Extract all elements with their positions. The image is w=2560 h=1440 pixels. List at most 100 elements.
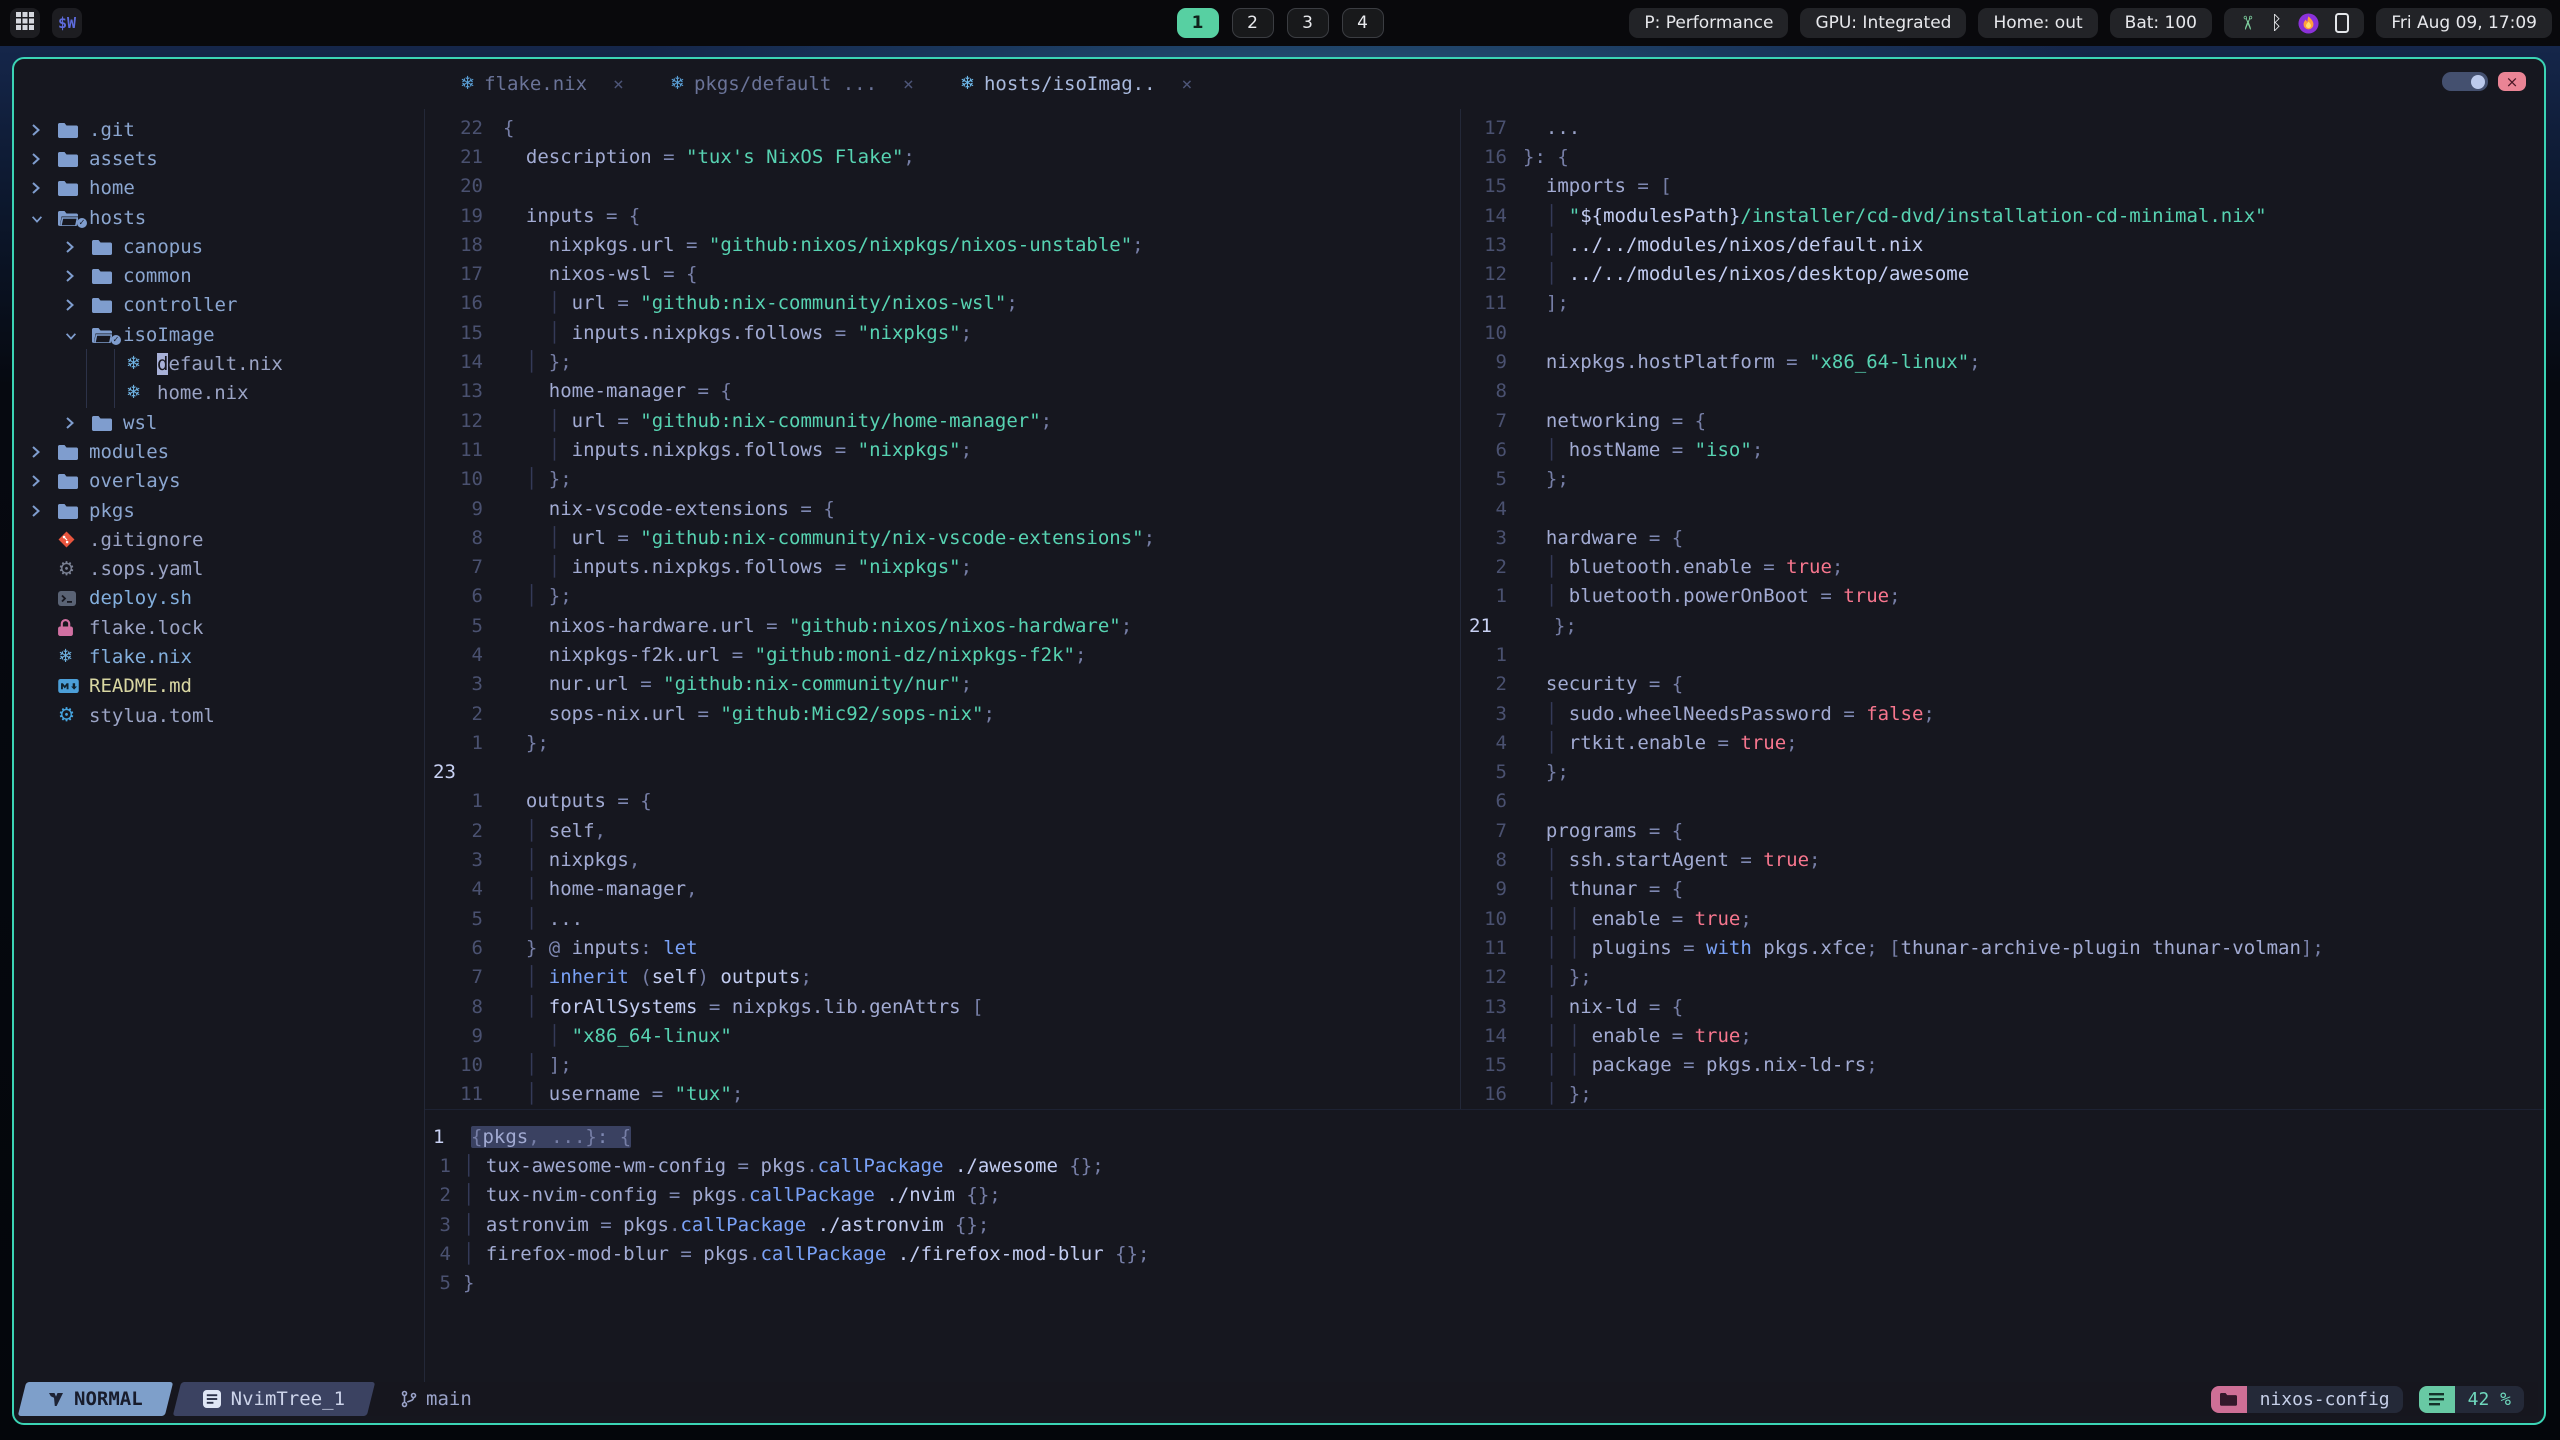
tab-close-icon[interactable]: ×	[613, 74, 624, 95]
terminal-window: ❄ flake.nix × ❄ pkgs/default ... × ❄ hosts/isoI…	[12, 57, 2546, 1425]
code-text: │ tux-awesome-wm-config = pkgs.callPacka…	[463, 1154, 1104, 1177]
workspace-button-4[interactable]: 4	[1341, 8, 1384, 38]
editor-pane-flake-nix[interactable]: 22{21 description = "tux's NixOS Flake";…	[425, 109, 1461, 1109]
statusline: NORMAL NvimTree_1 main nixos-config 42 %	[20, 1382, 2538, 1416]
line-number: 2	[439, 1184, 451, 1207]
line-number: 1	[1495, 643, 1507, 666]
chevron-right-icon[interactable]	[64, 297, 92, 313]
chevron-right-icon[interactable]	[30, 473, 58, 489]
tree-item-home-nix[interactable]: ❄ home.nix	[14, 378, 424, 408]
code-line: 17 ...	[1461, 113, 2544, 142]
tree-item-label: isoImage	[123, 323, 215, 346]
code-line: 16}: {	[1461, 142, 2544, 171]
tree-item--git[interactable]: .git	[14, 115, 424, 144]
line-number: 9	[471, 497, 483, 520]
code-text: │ ...	[503, 907, 584, 930]
line-number: 1	[471, 731, 483, 754]
folder-icon	[92, 297, 123, 314]
code-line: 21 };	[1461, 611, 2544, 640]
window-close-button[interactable]: ×	[2498, 72, 2526, 91]
code-line: 18 nixpkgs.url = "github:nixos/nixpkgs/n…	[425, 230, 1460, 259]
clock[interactable]: Fri Aug 09, 17:09	[2376, 8, 2552, 38]
line-number: 23	[433, 761, 456, 784]
tree-item-isoImage[interactable]: ✓ isoImage	[14, 320, 424, 349]
tree-item-hosts[interactable]: ✓ hosts	[14, 203, 424, 232]
tree-item--sops-yaml[interactable]: ⚙ .sops.yaml	[14, 554, 424, 583]
code-line: 1 outputs = {	[425, 787, 1460, 816]
code-text: };	[503, 731, 549, 754]
code-line: 5 };	[1461, 758, 2544, 787]
tree-item-label: flake.lock	[89, 616, 204, 639]
line-number: 14	[460, 351, 483, 374]
line-number: 6	[471, 585, 483, 608]
chevron-right-icon[interactable]	[30, 122, 58, 138]
workspace-button-3[interactable]: 3	[1286, 8, 1329, 38]
system-top-bar: $W 1234 P: Performance GPU: Integrated Hom…	[0, 0, 2560, 46]
chevron-down-icon[interactable]	[64, 326, 92, 343]
chevron-right-icon[interactable]	[64, 415, 92, 431]
tree-item-modules[interactable]: modules	[14, 437, 424, 466]
tree-item--gitignore[interactable]: .gitignore	[14, 525, 424, 554]
code-text: │ inputs.nixpkgs.follows = "nixpkgs";	[503, 321, 973, 344]
code-line: 8 │ ssh.startAgent = true;	[1461, 845, 2544, 874]
tab-close-icon[interactable]: ×	[903, 74, 914, 95]
line-number: 12	[1484, 966, 1507, 989]
chevron-down-icon[interactable]	[30, 209, 58, 226]
tree-item-controller[interactable]: controller	[14, 291, 424, 320]
tree-item-default-nix[interactable]: ❄ default.nix	[14, 349, 424, 379]
tree-item-pkgs[interactable]: pkgs	[14, 496, 424, 525]
chevron-right-icon[interactable]	[30, 151, 58, 167]
chevron-right-icon[interactable]	[30, 180, 58, 196]
code-text: │ };	[503, 351, 572, 374]
line-number: 11	[460, 438, 483, 461]
tab-pkgs-default-[interactable]: ❄ pkgs/default ... ×	[670, 73, 914, 95]
tree-item-flake-nix[interactable]: ❄ flake.nix	[14, 642, 424, 671]
window-pin-toggle[interactable]	[2442, 72, 2488, 91]
code-text: │ "x86_64-linux"	[503, 1024, 732, 1047]
tab-hosts-isoImag-[interactable]: ❄ hosts/isoImag.. ×	[960, 73, 1193, 95]
tree-item-deploy-sh[interactable]: deploy.sh	[14, 584, 424, 613]
code-line: 21 description = "tux's NixOS Flake";	[425, 142, 1460, 171]
code-text: │ ../../modules/nixos/default.nix	[1523, 233, 1924, 256]
chevron-right-icon[interactable]	[64, 239, 92, 255]
tab-label: hosts/isoImag..	[983, 73, 1156, 95]
line-number: 8	[471, 526, 483, 549]
tree-item-stylua-toml[interactable]: ⚙ stylua.toml	[14, 701, 424, 730]
indent-guide	[114, 378, 115, 408]
tree-item-common[interactable]: common	[14, 261, 424, 290]
line-number: 2	[471, 702, 483, 725]
chevron-right-icon[interactable]	[64, 268, 92, 284]
flame-icon	[2298, 12, 2319, 34]
workspace-button-1[interactable]: 1	[1176, 8, 1219, 38]
code-line: 8 │ forAllSystems = nixpkgs.lib.genAttrs…	[425, 992, 1460, 1021]
code-text: description = "tux's NixOS Flake";	[503, 145, 915, 168]
folder-icon	[92, 239, 123, 255]
tree-item-overlays[interactable]: overlays	[14, 467, 424, 496]
code-text: │ sudo.wheelNeedsPassword = false;	[1523, 702, 1935, 725]
tree-item-home[interactable]: home	[14, 174, 424, 203]
code-text: │ "${modulesPath}/installer/cd-dvd/insta…	[1523, 204, 2267, 227]
editor-pane-pkgs-default-nix[interactable]: 1 {pkgs, ...}: {1 │ tux-awesome-wm-config …	[425, 1109, 2544, 1382]
tree-item-label: hosts	[89, 206, 147, 229]
tree-item-canopus[interactable]: canopus	[14, 232, 424, 261]
tree-item-assets[interactable]: assets	[14, 144, 424, 173]
code-line: 3 nur.url = "github:nix-community/nur";	[425, 670, 1460, 699]
line-number: 11	[1484, 936, 1507, 959]
tree-item-wsl[interactable]: wsl	[14, 408, 424, 437]
code-line: 9 nixpkgs.hostPlatform = "x86_64-linux";	[1461, 347, 2544, 376]
line-number: 3	[1495, 526, 1507, 549]
tab-flake-nix[interactable]: ❄ flake.nix ×	[460, 73, 624, 95]
workspace-button-2[interactable]: 2	[1231, 8, 1274, 38]
code-line: 9 │ thunar = {	[1461, 875, 2544, 904]
editor-pane-iso-default-nix[interactable]: 17 ... 16}: {15 imports = [14 │ "${module…	[1461, 109, 2544, 1109]
tree-item-flake-lock[interactable]: flake.lock	[14, 613, 424, 642]
system-tray[interactable]: ✂ ᛒ	[2223, 8, 2365, 38]
line-number: 12	[1484, 263, 1507, 286]
chevron-right-icon[interactable]	[30, 444, 58, 460]
nvimtree-file-explorer[interactable]: .git assets home ✓ hosts canopus common control…	[14, 109, 425, 1382]
chevron-right-icon[interactable]	[30, 503, 58, 519]
code-line: 6 │ hostName = "iso";	[1461, 435, 2544, 464]
tab-close-icon[interactable]: ×	[1182, 74, 1193, 95]
tree-item-README-md[interactable]: README.md	[14, 672, 424, 701]
code-line: 14 │ │ enable = true;	[1461, 1021, 2544, 1050]
